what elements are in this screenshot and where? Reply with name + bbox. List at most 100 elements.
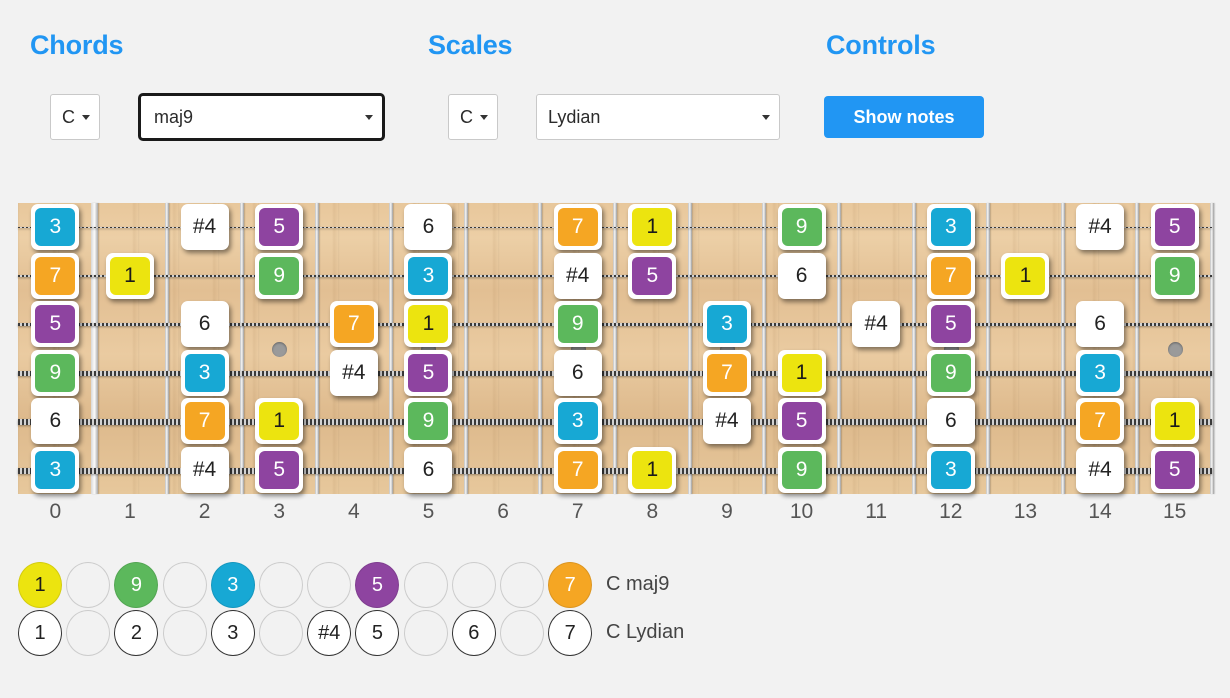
note-marker[interactable]: 5 [1150, 446, 1199, 493]
note-marker[interactable]: 9 [255, 252, 304, 299]
note-marker[interactable]: 9 [777, 204, 826, 251]
legend-slot-empty[interactable] [307, 562, 352, 608]
note-marker[interactable]: 6 [404, 204, 453, 251]
note-label: #4 [192, 215, 217, 239]
legend-slot-empty[interactable] [403, 610, 448, 656]
note-marker[interactable]: 3 [31, 204, 80, 251]
note-marker[interactable]: 1 [255, 398, 304, 445]
note-marker[interactable]: 6 [553, 349, 602, 396]
note-marker[interactable]: #4 [852, 301, 901, 348]
scale-legend-row-label: C Lydian [606, 621, 685, 643]
note-marker[interactable]: 1 [1001, 252, 1050, 299]
note-marker[interactable]: 7 [702, 349, 751, 396]
legend-slot[interactable]: 5 [355, 562, 400, 608]
note-marker[interactable]: 3 [180, 349, 229, 396]
note-marker[interactable]: #4 [180, 204, 229, 251]
fret-wire-14 [1135, 203, 1140, 494]
legend-slot-empty[interactable] [451, 562, 496, 608]
note-label: #4 [192, 457, 217, 481]
note-marker[interactable]: 1 [628, 204, 677, 251]
note-marker[interactable]: 3 [926, 446, 975, 493]
note-marker[interactable]: 5 [255, 204, 304, 251]
legend-slot-empty[interactable] [259, 610, 303, 656]
note-marker[interactable]: 9 [404, 398, 453, 445]
note-marker[interactable]: 9 [31, 349, 80, 396]
note-marker[interactable]: 7 [1076, 398, 1125, 445]
note-marker[interactable]: #4 [329, 349, 378, 396]
note-marker[interactable]: #4 [1076, 446, 1125, 493]
note-marker[interactable]: 5 [628, 252, 677, 299]
note-marker[interactable]: #4 [180, 446, 229, 493]
legend-slot[interactable]: 1 [18, 610, 62, 656]
note-marker[interactable]: 3 [1076, 349, 1125, 396]
legend-slot-empty[interactable] [162, 610, 207, 656]
note-marker[interactable]: 3 [404, 252, 453, 299]
note-marker[interactable]: 6 [926, 398, 975, 445]
note-marker[interactable]: #4 [1076, 204, 1125, 251]
note-marker[interactable]: 7 [926, 252, 975, 299]
legend-slot-empty[interactable] [259, 562, 303, 608]
fret-number-12: 12 [939, 500, 963, 523]
note-marker[interactable]: 5 [404, 349, 453, 396]
note-marker[interactable]: 6 [1076, 301, 1125, 348]
legend-slot-empty[interactable] [500, 562, 544, 608]
note-marker[interactable]: #4 [553, 252, 602, 299]
legend-slot[interactable]: #4 [307, 610, 352, 656]
note-marker[interactable]: 6 [31, 398, 80, 445]
note-marker[interactable]: 9 [553, 301, 602, 348]
legend-slot[interactable]: 7 [548, 610, 593, 656]
show-notes-button[interactable]: Show notes [824, 96, 984, 138]
controls-section-heading: Controls [826, 30, 936, 60]
legend-slot-empty[interactable] [500, 610, 544, 656]
note-marker[interactable]: 7 [553, 446, 602, 493]
chord-type-select[interactable]: maj9 [138, 93, 385, 141]
note-marker[interactable]: 5 [255, 446, 304, 493]
legend-slot[interactable]: 3 [210, 610, 255, 656]
note-marker[interactable]: 9 [777, 446, 826, 493]
note-marker[interactable]: 9 [1150, 252, 1199, 299]
legend-slot[interactable]: 6 [451, 610, 496, 656]
note-marker[interactable]: #4 [702, 398, 751, 445]
note-marker[interactable]: 1 [628, 446, 677, 493]
note-marker[interactable]: 1 [404, 301, 453, 348]
note-marker[interactable]: 5 [1150, 204, 1199, 251]
note-marker[interactable]: 3 [553, 398, 602, 445]
legend-slot[interactable]: 5 [355, 610, 400, 656]
note-marker[interactable]: 1 [105, 252, 154, 299]
chord-root-select[interactable]: C [50, 94, 100, 140]
note-marker[interactable]: 6 [777, 252, 826, 299]
note-marker[interactable]: 6 [404, 446, 453, 493]
chords-section-heading: Chords [30, 30, 124, 60]
note-marker[interactable]: 7 [180, 398, 229, 445]
note-marker[interactable]: 5 [926, 301, 975, 348]
note-label: 9 [1154, 256, 1195, 295]
note-marker[interactable]: 5 [777, 398, 826, 445]
fret-number-5: 5 [422, 500, 435, 523]
note-marker[interactable]: 1 [777, 349, 826, 396]
legend-slot-empty[interactable] [403, 562, 448, 608]
note-marker[interactable]: 3 [702, 301, 751, 348]
legend-slot[interactable]: 2 [114, 610, 159, 656]
note-label: 3 [1080, 353, 1121, 392]
note-marker[interactable]: 7 [553, 204, 602, 251]
fret-number-row: 0 1 2 3 4 5 6 7 8 9 10 11 12 13 14 15 [18, 500, 1212, 532]
fret-number-8: 8 [646, 500, 659, 523]
legend-slot[interactable]: 3 [210, 562, 255, 608]
note-marker[interactable]: 3 [926, 204, 975, 251]
legend-slot[interactable]: 9 [114, 562, 159, 608]
scale-type-select[interactable]: Lydian [536, 94, 780, 140]
legend-slot[interactable]: 1 [18, 562, 62, 608]
note-marker[interactable]: 7 [329, 301, 378, 348]
note-marker[interactable]: 5 [31, 301, 80, 348]
note-marker[interactable]: 7 [31, 252, 80, 299]
legend-slot-empty[interactable] [66, 562, 111, 608]
note-marker[interactable]: 9 [926, 349, 975, 396]
scale-root-select[interactable]: C [448, 94, 498, 140]
note-marker[interactable]: 6 [180, 301, 229, 348]
note-label: 1 [259, 402, 300, 441]
legend-slot-empty[interactable] [162, 562, 207, 608]
note-marker[interactable]: 1 [1150, 398, 1199, 445]
legend-slot[interactable]: 7 [548, 562, 593, 608]
note-marker[interactable]: 3 [31, 446, 80, 493]
legend-slot-empty[interactable] [66, 610, 111, 656]
